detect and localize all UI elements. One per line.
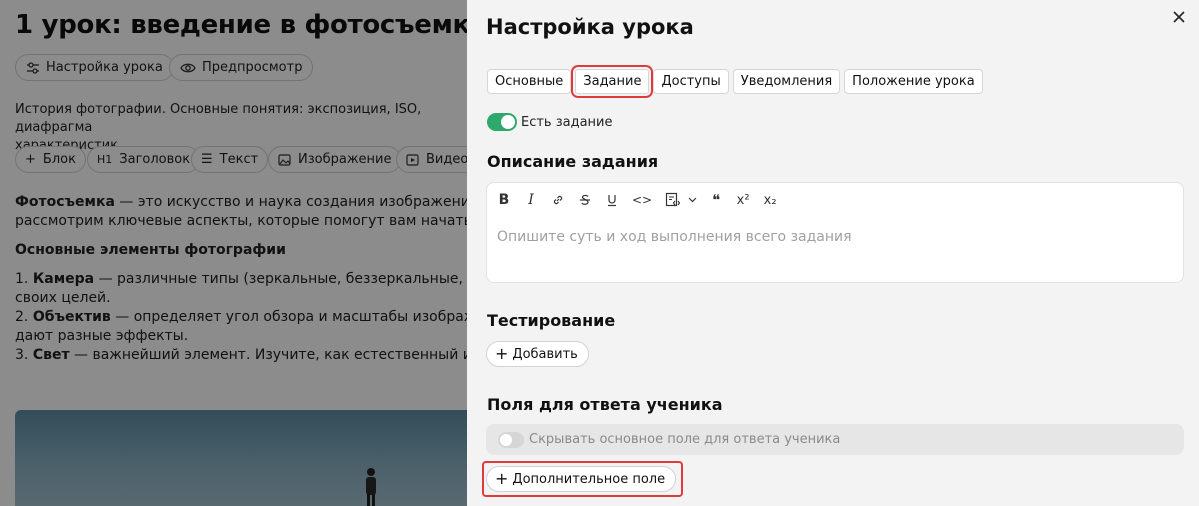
- modal-backdrop[interactable]: [0, 0, 467, 506]
- plus-icon: +: [495, 344, 509, 363]
- code-block-icon[interactable]: [665, 192, 681, 208]
- add-test-label: Добавить: [512, 346, 578, 362]
- quote-icon[interactable]: ❝: [709, 191, 723, 209]
- chevron-down-icon[interactable]: [685, 197, 699, 203]
- has-task-row: Есть задание: [487, 113, 613, 131]
- answer-fields-heading: Поля для ответа ученика: [487, 395, 723, 414]
- editor-toolbar: B I <> ❝ x² x₂: [497, 191, 790, 209]
- task-description-editor: B I <> ❝ x² x₂ Опишите суть и ход выполн…: [486, 182, 1184, 283]
- has-task-label: Есть задание: [521, 114, 613, 130]
- tab-notifications[interactable]: Уведомления: [732, 69, 841, 94]
- italic-icon[interactable]: I: [524, 192, 538, 208]
- bold-icon[interactable]: B: [497, 192, 511, 208]
- settings-tabs: Основные Задание Доступы Уведомления Пол…: [487, 65, 983, 98]
- strikethrough-icon[interactable]: [578, 193, 592, 207]
- tab-basic[interactable]: Основные: [487, 69, 572, 94]
- hide-main-field-toggle[interactable]: [498, 431, 524, 448]
- add-test-button[interactable]: + Добавить: [486, 341, 589, 367]
- underline-icon[interactable]: [605, 193, 619, 207]
- add-extra-field-button[interactable]: + Дополнительное поле: [486, 466, 677, 492]
- description-input[interactable]: Опишите суть и ход выполнения всего зада…: [497, 229, 852, 245]
- description-heading: Описание задания: [487, 152, 659, 171]
- code-icon[interactable]: <>: [632, 193, 652, 207]
- plus-icon: +: [495, 469, 509, 488]
- lesson-settings-panel: Настройка урока Основные Задание Доступы…: [467, 0, 1199, 506]
- tab-access[interactable]: Доступы: [653, 69, 729, 94]
- link-icon[interactable]: [551, 193, 565, 207]
- superscript-icon[interactable]: x²: [736, 193, 750, 208]
- tab-lesson-position[interactable]: Положение урока: [844, 69, 983, 94]
- subscript-icon[interactable]: x₂: [763, 193, 777, 208]
- tab-task[interactable]: Задание: [571, 65, 654, 98]
- hide-main-field-row: Скрывать основное поле для ответа ученик…: [486, 424, 1184, 455]
- testing-heading: Тестирование: [487, 311, 616, 330]
- has-task-toggle[interactable]: [487, 113, 517, 131]
- hide-main-field-label: Скрывать основное поле для ответа ученик…: [529, 432, 841, 447]
- close-icon[interactable]: [1170, 8, 1188, 26]
- panel-title: Настройка урока: [486, 15, 694, 39]
- add-extra-field-label: Дополнительное поле: [512, 471, 666, 487]
